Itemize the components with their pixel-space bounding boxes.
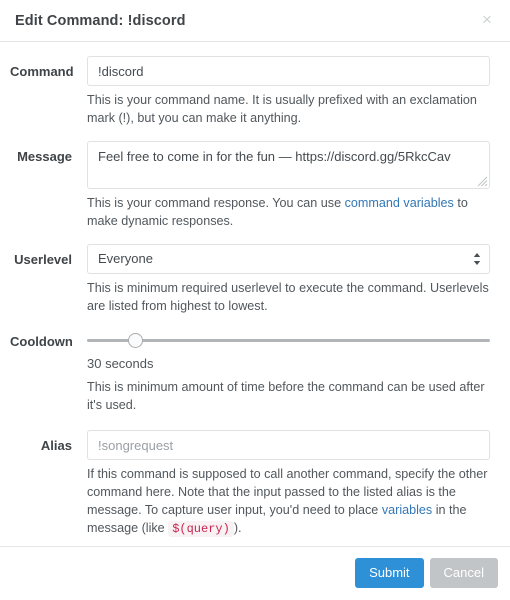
userlevel-control: Everyone This is minimum required userle…	[87, 244, 500, 315]
cooldown-slider[interactable]	[87, 332, 490, 348]
command-label: Command	[10, 64, 74, 79]
message-help: This is your command response. You can u…	[87, 194, 490, 230]
userlevel-select[interactable]: Everyone	[87, 244, 490, 274]
alias-help-after: ).	[233, 521, 242, 535]
cooldown-slider-track[interactable]	[87, 339, 490, 342]
form-group-cooldown: Cooldown 30 seconds This is minimum amou…	[10, 329, 500, 416]
submit-button[interactable]: Submit	[355, 558, 424, 588]
form-group-message: Message Feel free to come in for the fun…	[10, 141, 500, 230]
command-variables-link[interactable]: command variables	[345, 196, 454, 210]
alias-control: If this command is supposed to call anot…	[87, 430, 500, 538]
userlevel-help: This is minimum required userlevel to ex…	[87, 281, 489, 313]
variables-link[interactable]: variables	[382, 503, 432, 517]
cancel-button[interactable]: Cancel	[429, 558, 498, 588]
message-label: Message	[17, 149, 72, 164]
alias-help: If this command is supposed to call anot…	[87, 465, 490, 538]
query-variable-code: $(query)	[168, 521, 234, 537]
cooldown-value: 30 seconds	[87, 356, 154, 371]
alias-label: Alias	[40, 438, 72, 453]
modal-body: Command This is your command name. It is…	[0, 42, 510, 546]
form-group-alias: Alias If this command is supposed to cal…	[10, 430, 500, 538]
userlevel-select-wrap: Everyone	[87, 244, 490, 274]
cooldown-help: This is minimum amount of time before th…	[87, 380, 485, 412]
cooldown-label: Cooldown	[10, 334, 73, 349]
message-help-before: This is your command response. You can u…	[87, 196, 345, 210]
command-control: This is your command name. It is usually…	[87, 56, 500, 127]
form-group-userlevel: Userlevel Everyone This is minimum requi…	[10, 244, 500, 315]
alias-input[interactable]	[87, 430, 490, 460]
cooldown-control: 30 seconds This is minimum amount of tim…	[87, 329, 500, 416]
message-textarea-wrap: Feel free to come in for the fun — https…	[87, 141, 490, 189]
command-help: This is your command name. It is usually…	[87, 93, 477, 125]
edit-command-modal: Edit Command: !discord × Command This is…	[0, 0, 510, 600]
close-icon[interactable]: ×	[476, 9, 498, 31]
page-title: Edit Command: !discord	[15, 12, 186, 29]
message-textarea[interactable]: Feel free to come in for the fun — https…	[87, 141, 490, 189]
modal-header: Edit Command: !discord ×	[0, 0, 510, 42]
command-input[interactable]	[87, 56, 490, 86]
message-control: Feel free to come in for the fun — https…	[87, 141, 500, 230]
userlevel-label: Userlevel	[14, 252, 72, 267]
modal-footer: Submit Cancel	[0, 546, 510, 600]
form-group-command: Command This is your command name. It is…	[10, 56, 500, 127]
cooldown-slider-thumb[interactable]	[128, 333, 144, 348]
